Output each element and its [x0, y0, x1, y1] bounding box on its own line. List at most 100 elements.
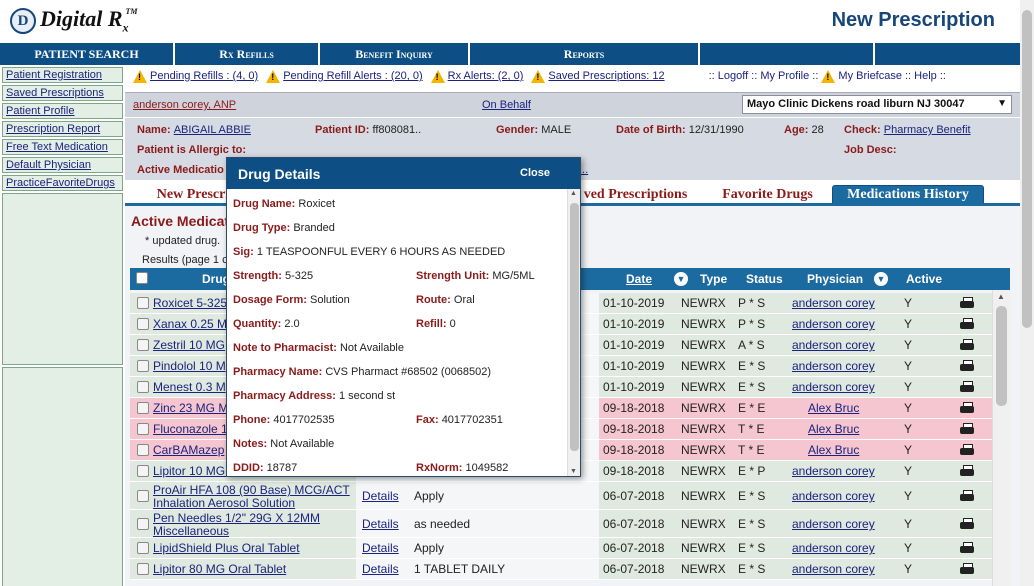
drug-name-link[interactable]: CarBAMazep [153, 444, 224, 457]
row-checkbox[interactable] [137, 318, 149, 330]
print-icon[interactable] [960, 402, 974, 414]
pending-refills-link[interactable]: Pending Refills : (4, 0) [150, 70, 258, 82]
close-button[interactable]: Close [520, 167, 550, 179]
print-icon[interactable] [960, 542, 974, 554]
clinic-select[interactable]: Mayo Clinic Dickens road liburn NJ 30047… [742, 95, 1012, 114]
table-row[interactable]: Lipitor 80 MG Oral Tablet Details 1 TABLET… [130, 559, 992, 580]
table-row[interactable]: Pen Needles 1/2" 29G X 12MM Miscellaneous… [130, 510, 992, 538]
print-icon[interactable] [960, 465, 974, 477]
drug-name-link[interactable]: Zinc 23 MG M [153, 402, 228, 415]
table-scrollbar-thumb[interactable] [996, 306, 1007, 406]
physician-link[interactable]: Alex Bruc [808, 423, 859, 436]
sidebar-item-saved-prescriptions[interactable]: Saved Prescriptions [2, 85, 123, 101]
row-checkbox[interactable] [137, 381, 149, 393]
print-icon[interactable] [960, 518, 974, 530]
table-row[interactable]: ProAir HFA 108 (90 Base) MCG/ACT Inhalati… [130, 482, 992, 510]
dialog-scrollbar[interactable]: ▲ ▼ [567, 189, 580, 476]
print-icon[interactable] [960, 563, 974, 575]
sidebar-item-prescription-report[interactable]: Prescription Report [2, 121, 123, 137]
page-scrollbar-thumb[interactable] [1022, 10, 1032, 328]
row-checkbox[interactable] [137, 339, 149, 351]
details-link[interactable]: Details [362, 490, 399, 503]
rx-alerts-link[interactable]: Rx Alerts: (2, 0) [448, 70, 524, 82]
patient-name-link[interactable]: ABIGAIL ABBIE [174, 124, 251, 136]
select-all-checkbox[interactable] [136, 272, 148, 284]
nav-patient-search[interactable]: PATIENT SEARCH [0, 43, 175, 65]
print-icon[interactable] [960, 490, 974, 502]
row-checkbox[interactable] [137, 297, 149, 309]
provider-name-link[interactable]: anderson corey, ANP [133, 99, 236, 111]
sort-date-icon[interactable]: ▼ [674, 272, 688, 286]
physician-link[interactable]: anderson corey [792, 339, 875, 352]
row-checkbox[interactable] [137, 423, 149, 435]
row-checkbox[interactable] [137, 542, 149, 554]
physician-link[interactable]: anderson corey [792, 381, 875, 394]
logoff-link[interactable]: :: Logoff [709, 70, 749, 82]
drug-name-link[interactable]: Zestril 10 MG [153, 339, 225, 352]
physician-link[interactable]: Alex Bruc [808, 402, 859, 415]
table-row[interactable]: LipidShield Plus Oral Tablet Details Apply… [130, 538, 992, 559]
sidebar-item-default-physician[interactable]: Default Physician [2, 157, 123, 173]
drug-name-link[interactable]: Lipitor 80 MG Oral Tablet [153, 563, 286, 576]
table-scrollbar[interactable]: ▲ [992, 290, 1010, 586]
scroll-up-icon[interactable]: ▲ [570, 190, 577, 197]
drug-name-link[interactable]: LipidShield Plus Oral Tablet [153, 542, 300, 555]
page-scrollbar[interactable] [1020, 0, 1034, 586]
print-icon[interactable] [960, 360, 974, 372]
on-behalf-link[interactable]: On Behalf [482, 99, 531, 111]
print-icon[interactable] [960, 318, 974, 330]
col-date[interactable]: Date [626, 272, 652, 286]
nav-item-blank-1[interactable] [700, 43, 875, 65]
physician-link[interactable]: anderson corey [792, 518, 875, 531]
sidebar-item-practice-favorite-drugs[interactable]: PracticeFavoriteDrugs [2, 175, 123, 191]
my-briefcase-link[interactable]: My Briefcase [838, 70, 902, 82]
tab-favorite-drugs[interactable]: Favorite Drugs [715, 185, 820, 204]
physician-link[interactable]: anderson corey [792, 490, 875, 503]
drug-name-link[interactable]: Menest 0.3 M [153, 381, 226, 394]
help-link[interactable]: :: Help :: [905, 70, 946, 82]
print-icon[interactable] [960, 444, 974, 456]
nav-rx-refills[interactable]: Rx Refills [175, 43, 320, 65]
drug-name-link-line2[interactable]: Miscellaneous [153, 525, 229, 538]
sidebar-item-patient-profile[interactable]: Patient Profile [2, 103, 123, 119]
print-icon[interactable] [960, 381, 974, 393]
drug-name-link[interactable]: Fluconazole 1 [153, 423, 228, 436]
print-icon[interactable] [960, 423, 974, 435]
drug-name-link[interactable]: Xanax 0.25 M [153, 318, 227, 331]
nav-benefit-inquiry[interactable]: Benefit Inquiry [320, 43, 470, 65]
details-link[interactable]: Details [362, 542, 399, 555]
row-checkbox[interactable] [137, 490, 149, 502]
row-checkbox[interactable] [137, 402, 149, 414]
tab-saved-prescriptions[interactable]: ved Prescriptions [578, 185, 693, 204]
pending-refill-alerts-link[interactable]: Pending Refill Alerts : (20, 0) [283, 70, 422, 82]
row-checkbox[interactable] [137, 360, 149, 372]
physician-link[interactable]: anderson corey [792, 563, 875, 576]
sidebar-item-free-text-medication[interactable]: Free Text Medication [2, 139, 123, 155]
print-icon[interactable] [960, 297, 974, 309]
details-link[interactable]: Details [362, 563, 399, 576]
physician-link[interactable]: Alex Bruc [808, 444, 859, 457]
row-checkbox[interactable] [137, 444, 149, 456]
drug-name-link-line2[interactable]: Inhalation Aerosol Solution [153, 497, 295, 510]
drug-name-link[interactable]: Roxicet 5-325 [153, 297, 227, 310]
physician-link[interactable]: anderson corey [792, 542, 875, 555]
nav-item-blank-2[interactable] [875, 43, 1020, 65]
drug-name-link[interactable]: Pindolol 10 M [153, 360, 226, 373]
scroll-up-icon[interactable]: ▲ [997, 292, 1005, 301]
pharmacy-benefit-link[interactable]: Pharmacy Benefit [884, 124, 971, 136]
my-profile-link[interactable]: :: My Profile :: [751, 70, 818, 82]
sort-physician-icon[interactable]: ▼ [874, 272, 888, 286]
scroll-down-icon[interactable]: ▼ [570, 468, 577, 475]
row-checkbox[interactable] [137, 465, 149, 477]
physician-link[interactable]: anderson corey [792, 465, 875, 478]
row-checkbox[interactable] [137, 563, 149, 575]
details-link[interactable]: Details [362, 518, 399, 531]
row-checkbox[interactable] [137, 518, 149, 530]
saved-prescriptions-link[interactable]: Saved Prescriptions: 12 [548, 70, 664, 82]
dialog-scrollbar-thumb[interactable] [570, 203, 579, 451]
print-icon[interactable] [960, 339, 974, 351]
sidebar-item-patient-registration[interactable]: Patient Registration [2, 67, 123, 83]
physician-link[interactable]: anderson corey [792, 360, 875, 373]
tab-medications-history[interactable]: Medications History [832, 185, 984, 204]
digital-rx-logo[interactable]: D Digital RxTM [10, 6, 141, 36]
